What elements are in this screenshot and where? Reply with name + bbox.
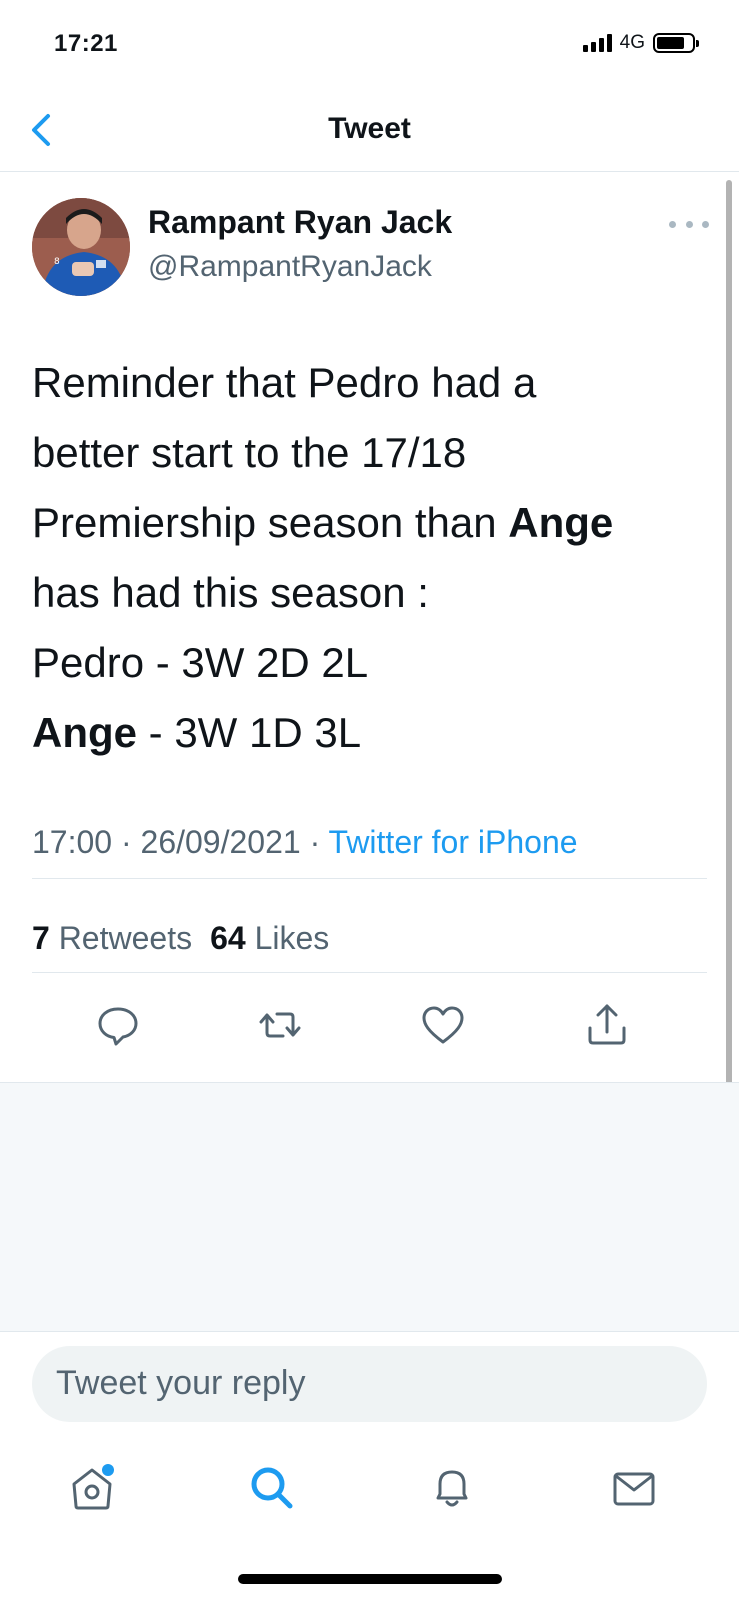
status-bar: 17:21 4G — [0, 0, 739, 92]
signal-icon — [582, 34, 612, 52]
page-title: Tweet — [328, 112, 411, 145]
tweet-text-line: better start to the 17/18 — [32, 429, 467, 476]
tweet-time: 17:00 — [32, 824, 113, 860]
replies-area — [0, 1082, 739, 1332]
likes-link[interactable]: 64 Likes — [210, 920, 329, 956]
status-indicators: 4G — [582, 32, 699, 54]
tab-search[interactable] — [244, 1460, 300, 1516]
tab-home[interactable] — [64, 1460, 120, 1516]
search-icon — [251, 1467, 293, 1509]
divider — [32, 878, 707, 879]
tab-messages[interactable] — [606, 1460, 662, 1516]
likes-count: 64 — [210, 920, 246, 956]
tweet-source-link[interactable]: Twitter for iPhone — [329, 824, 578, 860]
avatar-image: 8 — [32, 198, 130, 296]
divider — [32, 972, 707, 973]
likes-label: Likes — [254, 920, 330, 956]
tab-bar — [0, 1440, 739, 1550]
tweet-text-line: Pedro - 3W 2D 2L — [32, 639, 369, 686]
more-dot — [702, 220, 709, 228]
bell-icon — [436, 1470, 468, 1507]
retweets-label: Retweets — [58, 920, 193, 956]
avatar[interactable]: 8 — [32, 198, 130, 296]
tweet-text-line: has had this season : — [32, 569, 429, 616]
more-dot — [685, 220, 693, 228]
retweets-link[interactable]: 7 Retweets — [32, 920, 192, 956]
tweet-date: 26/09/2021 — [140, 824, 301, 860]
tweet-stats: 7 Retweets 64 Likes — [32, 920, 329, 957]
home-indicator[interactable] — [238, 1574, 502, 1584]
retweets-count: 7 — [32, 920, 50, 956]
author-name[interactable]: Rampant Ryan Jack — [148, 204, 452, 241]
notification-dot — [102, 1464, 114, 1476]
author-handle[interactable]: @RampantRyanJack — [148, 250, 432, 284]
reply-input[interactable]: Tweet your reply — [32, 1346, 707, 1422]
envelope-icon — [613, 1472, 655, 1506]
tweet-text-line: Ange - 3W 1D 3L — [32, 709, 362, 756]
reply-button[interactable] — [93, 1000, 143, 1050]
header: Tweet — [0, 92, 739, 172]
more-dot — [669, 220, 676, 228]
bold-keyword: Ange — [32, 709, 137, 756]
network-type: 4G — [619, 32, 645, 53]
more-options-button[interactable] — [669, 214, 709, 234]
share-button[interactable] — [582, 1000, 632, 1050]
tweet-metadata: 17:00 · 26/09/2021 · Twitter for iPhone — [32, 824, 578, 860]
tweet-text-line: Premiership season than Ange — [32, 499, 614, 546]
tweet-text: Reminder that Pedro had a better start t… — [32, 348, 712, 768]
retweet-button[interactable] — [255, 1000, 305, 1050]
tweet-text-line: Reminder that Pedro had a — [32, 359, 537, 406]
like-button[interactable] — [418, 1000, 468, 1050]
svg-text:8: 8 — [54, 257, 60, 267]
like-icon — [422, 1006, 464, 1044]
reply-icon — [98, 1007, 138, 1046]
bold-keyword: Ange — [508, 499, 614, 546]
status-time: 17:21 — [54, 30, 118, 57]
share-icon — [588, 1004, 626, 1045]
reply-placeholder: Tweet your reply — [56, 1364, 306, 1402]
tab-notifications[interactable] — [424, 1460, 480, 1516]
tweet-actions — [0, 1000, 739, 1080]
battery-icon — [653, 33, 699, 53]
retweet-icon — [259, 1012, 301, 1038]
